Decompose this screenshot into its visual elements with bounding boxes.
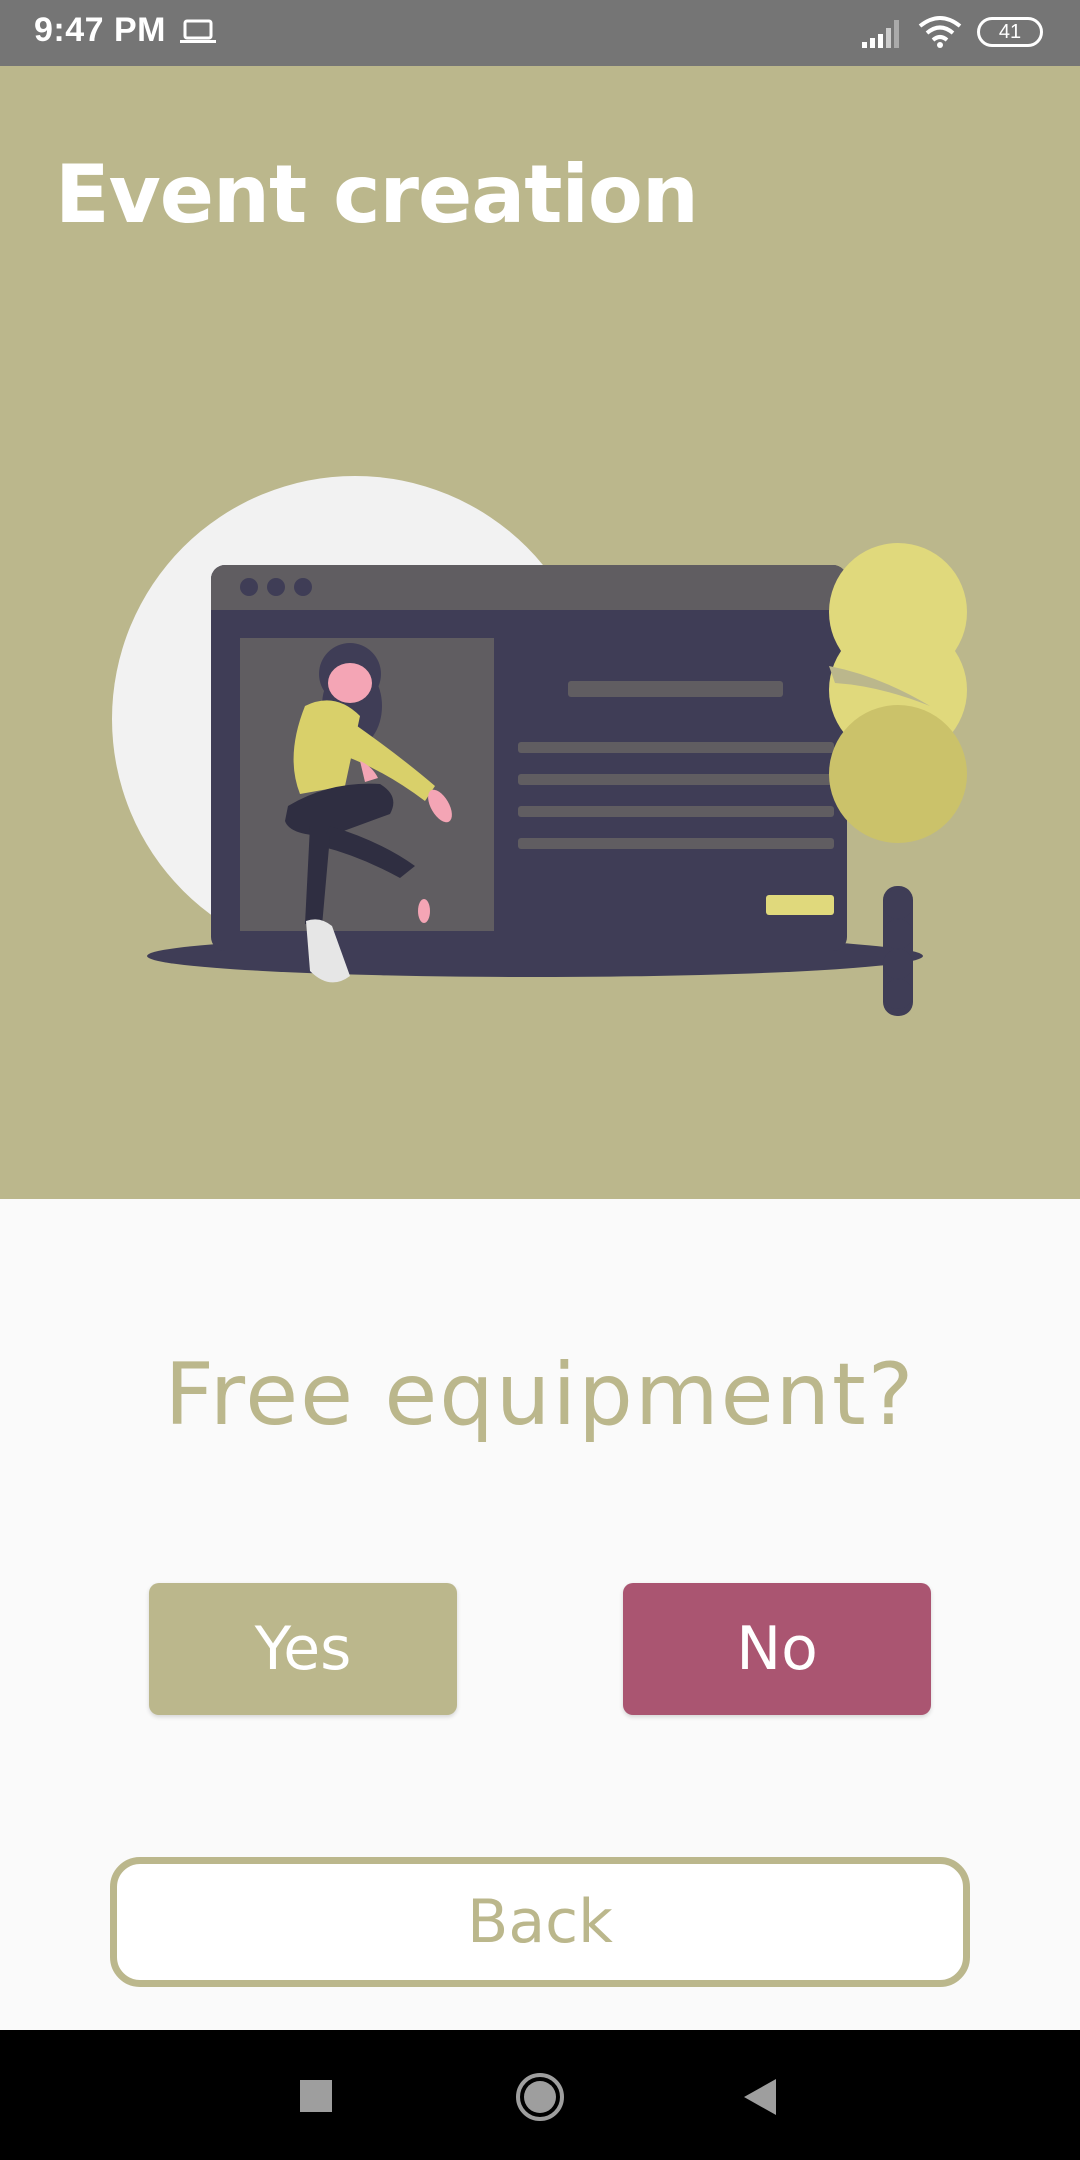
laptop-icon [180, 19, 216, 43]
yes-button[interactable]: Yes [149, 1583, 457, 1715]
status-bar: 9:47 PM 41 [0, 0, 1080, 66]
home-icon[interactable] [515, 2072, 565, 2122]
hero-banner: Event creation [0, 66, 1080, 1199]
battery-icon: 41 [977, 17, 1043, 47]
back-button[interactable]: Back [110, 1857, 970, 1987]
signal-icon [862, 20, 899, 48]
wifi-icon [918, 16, 962, 48]
page-title: Event creation [55, 148, 699, 241]
question-text: Free equipment? [164, 1345, 916, 1445]
status-time: 9:47 PM [34, 11, 166, 49]
no-button[interactable]: No [623, 1583, 931, 1715]
recents-icon[interactable] [300, 2080, 332, 2112]
back-icon[interactable] [742, 2077, 778, 2117]
navigation-bar [0, 2030, 1080, 2160]
